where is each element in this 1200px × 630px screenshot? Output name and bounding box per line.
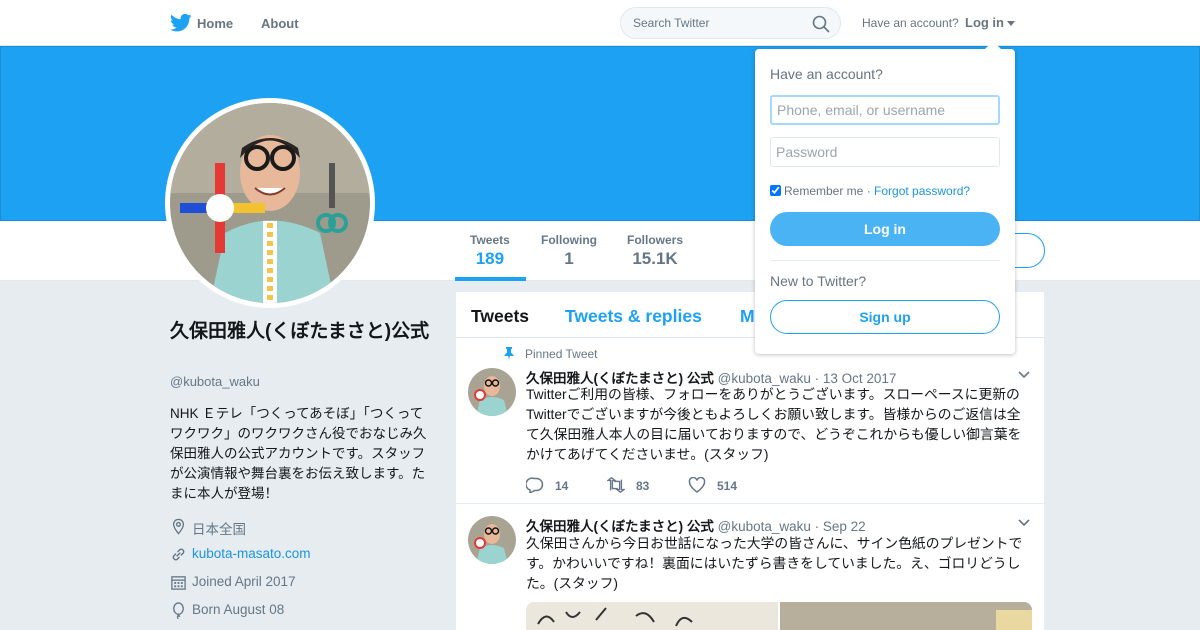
search-input[interactable]: Search Twitter [633, 16, 709, 30]
tweet-media[interactable] [526, 602, 1032, 630]
tab-media[interactable]: M [740, 306, 755, 327]
retweet-icon [607, 477, 625, 493]
link-icon [172, 548, 185, 561]
new-to-twitter-text: New to Twitter? [770, 273, 867, 289]
remember-row: Remember me · Forgot password? [770, 184, 970, 198]
profile-bio: NHK Ｅテレ「つくってあそぼ」「つくってワクワク」のワクワクさん役でおなじみ久… [170, 406, 427, 501]
nav-home-link[interactable]: Home [197, 16, 233, 31]
tweet-avatar[interactable] [468, 368, 516, 416]
heart-icon [688, 477, 706, 493]
reply-icon [526, 477, 544, 493]
avatar-photo [170, 103, 370, 303]
stat-label: Followers [627, 233, 684, 247]
tweet-author-name[interactable]: 久保田雅人(くぼたまさと) 公式 [526, 371, 714, 386]
stat-value: 15.1K [632, 249, 678, 268]
password-field[interactable] [770, 137, 1000, 167]
tweet-date[interactable]: · Sep 22 [815, 519, 866, 534]
top-nav: Home About Search Twitter Have an accoun… [0, 0, 1200, 46]
stat-value: 189 [475, 249, 505, 268]
tab-tweets-replies[interactable]: Tweets & replies [565, 306, 702, 327]
dropdown-title: Have an account? [770, 66, 883, 82]
born-text: Born August 08 [192, 602, 285, 617]
pin-icon [504, 347, 514, 360]
tweet-author-handle[interactable]: @kubota_waku [718, 371, 811, 386]
stat-label: Tweets [470, 233, 510, 247]
tweet-author-name[interactable]: 久保田雅人(くぼたまさと) 公式 [526, 519, 714, 534]
tweet-header: 久保田雅人(くぼたまさと) 公式 @kubota_waku · 13 Oct 2… [526, 367, 896, 387]
forgot-password-link[interactable]: Forgot password? [874, 184, 970, 198]
active-stat-underline [455, 277, 526, 281]
chevron-down-icon[interactable] [1018, 519, 1030, 527]
tab-tweets[interactable]: Tweets [471, 306, 529, 327]
stat-value: 1 [564, 249, 574, 268]
stat-followers[interactable]: Followers 15.1K [627, 233, 683, 269]
retweet-count: 83 [636, 479, 650, 493]
username-field[interactable] [770, 95, 1000, 125]
separator-dot: · [863, 184, 875, 198]
location-icon [172, 518, 185, 535]
tweet-header: 久保田雅人(くぼたまさと) 公式 @kubota_waku · Sep 22 [526, 515, 866, 535]
tweet-text: Twitterご利用の皆様、フォローをありがとうございます。スローペースに更新の… [526, 387, 1022, 462]
avatar-photo [468, 368, 516, 416]
stat-label: Following [541, 233, 597, 247]
tweet-author-handle[interactable]: @kubota_waku [718, 519, 811, 534]
profile-avatar[interactable] [165, 98, 375, 308]
login-button[interactable]: Log in [770, 212, 1000, 246]
stat-following[interactable]: Following 1 [541, 233, 597, 269]
tweet-photo [526, 602, 1032, 630]
tweet-text: 久保田さんから今日お世話になった大学の皆さんに、サイン色紙のプレゼントです。かわ… [526, 536, 1023, 591]
like-count: 514 [717, 479, 738, 493]
remember-checkbox[interactable] [770, 185, 781, 196]
have-account-text: Have an account? [862, 16, 959, 30]
remember-label[interactable]: Remember me [784, 184, 863, 198]
caret-down-icon[interactable] [1007, 21, 1015, 26]
twitter-bird-icon[interactable] [170, 13, 192, 33]
website-link[interactable]: kubota-masato.com [192, 546, 311, 561]
stat-tweets[interactable]: Tweets 189 [470, 233, 510, 269]
tweet-item[interactable]: Pinned Tweet 久保田雅人(くぼたまさと) 公式 @kubota_wa… [456, 338, 1044, 504]
search-icon[interactable] [812, 15, 830, 33]
balloon-icon [173, 602, 184, 619]
joined-text: Joined April 2017 [192, 574, 296, 589]
tweet-avatar[interactable] [468, 516, 516, 564]
divider [770, 260, 1000, 261]
login-dropdown: Have an account? Remember me · Forgot pa… [755, 41, 1015, 354]
search-box[interactable]: Search Twitter [620, 7, 841, 39]
tweet-date[interactable]: · 13 Oct 2017 [815, 371, 897, 386]
calendar-icon [171, 576, 186, 590]
chevron-down-icon[interactable] [1018, 371, 1030, 379]
location-text: 日本全国 [192, 522, 246, 537]
profile-name: 久保田雅人(くぼたまさと)公式 [170, 321, 430, 342]
signup-button[interactable]: Sign up [770, 300, 1000, 334]
reply-count: 14 [555, 479, 569, 493]
pinned-text: Pinned Tweet [525, 347, 598, 361]
login-menu-toggle[interactable]: Log in [965, 15, 1004, 30]
nav-about-link[interactable]: About [261, 16, 299, 31]
profile-handle[interactable]: @kubota_waku [170, 374, 260, 389]
avatar-photo [468, 516, 516, 564]
